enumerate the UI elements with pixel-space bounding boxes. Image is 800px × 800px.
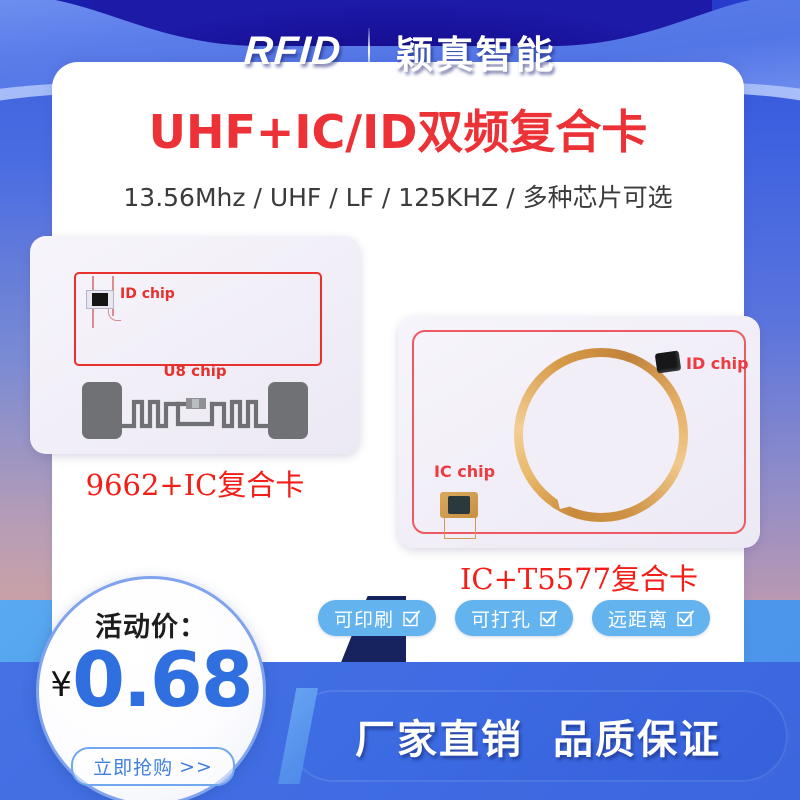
brand-cn-label: 颖真智能 — [395, 32, 556, 77]
card2-id-chip-label: ID chip — [686, 354, 749, 373]
card2-id-chip-icon — [654, 350, 682, 374]
price-value: 0.68 — [72, 635, 254, 724]
slogan-right-text: 品质保证 — [553, 717, 721, 763]
promo-banner: RFID 颖真智能 UHF+IC/ID双频复合卡 13.56Mhz / UHF … — [0, 0, 800, 800]
id-chip-core — [92, 293, 108, 306]
checkbox-checked-icon — [403, 610, 421, 627]
card2-ic-chip-icon — [440, 492, 478, 518]
feature-badge-punchable[interactable]: 可打孔 — [455, 600, 574, 636]
coil-antenna-icon — [514, 348, 688, 522]
u8-chip-label: U8 chip — [163, 362, 227, 380]
product-2-label: IC+T5577复合卡 — [459, 562, 699, 596]
feature-badge-label: 可打孔 — [471, 608, 532, 631]
id-chip-icon — [86, 290, 114, 309]
feature-badge-label: 远距离 — [608, 608, 669, 631]
slogan-left-text: 厂家直销 — [355, 717, 523, 763]
card2-ic-chip-lead — [444, 516, 476, 539]
product-card-2[interactable]: ID chip IC chip — [398, 316, 760, 548]
feature-badge-long-range[interactable]: 远距离 — [592, 600, 711, 636]
feature-badge-label: 可印刷 — [334, 608, 395, 631]
buy-now-label: 立即抢购 — [93, 757, 174, 779]
id-chip-label: ID chip — [120, 286, 175, 302]
currency-symbol: ¥ — [50, 664, 73, 705]
buy-now-button[interactable]: 立即抢购 >> — [71, 747, 235, 786]
header-text-group: RFID 颖真智能 — [0, 14, 800, 88]
checkbox-checked-icon — [677, 610, 695, 627]
page-title: UHF+IC/ID双频复合卡 — [148, 105, 648, 159]
brand-en-label: RFID — [242, 28, 344, 73]
price-row: ¥ 0.68 — [39, 635, 263, 724]
buy-now-arrow-icon: >> — [179, 755, 213, 778]
product-1-label: 9662+IC复合卡 — [85, 468, 305, 502]
header-divider-icon — [367, 28, 370, 74]
slogan-banner: 厂家直销 品质保证 — [288, 690, 788, 782]
product-card-1[interactable]: ID chip U8 chip — [30, 236, 360, 454]
card2-ic-chip-core — [448, 496, 470, 514]
feature-badge-printable[interactable]: 可印刷 — [318, 600, 437, 636]
feature-badge-list: 可印刷 可打孔 远距离 — [318, 600, 711, 636]
price-badge: 活动价： ¥ 0.68 立即抢购 >> — [36, 576, 266, 800]
uhf-antenna-graphic — [82, 382, 308, 440]
card2-ic-chip-label: IC chip — [434, 462, 496, 481]
page-subtitle: 13.56Mhz / UHF / LF / 125KHZ / 多种芯片可选 — [123, 183, 673, 212]
checkbox-checked-icon — [540, 610, 558, 627]
